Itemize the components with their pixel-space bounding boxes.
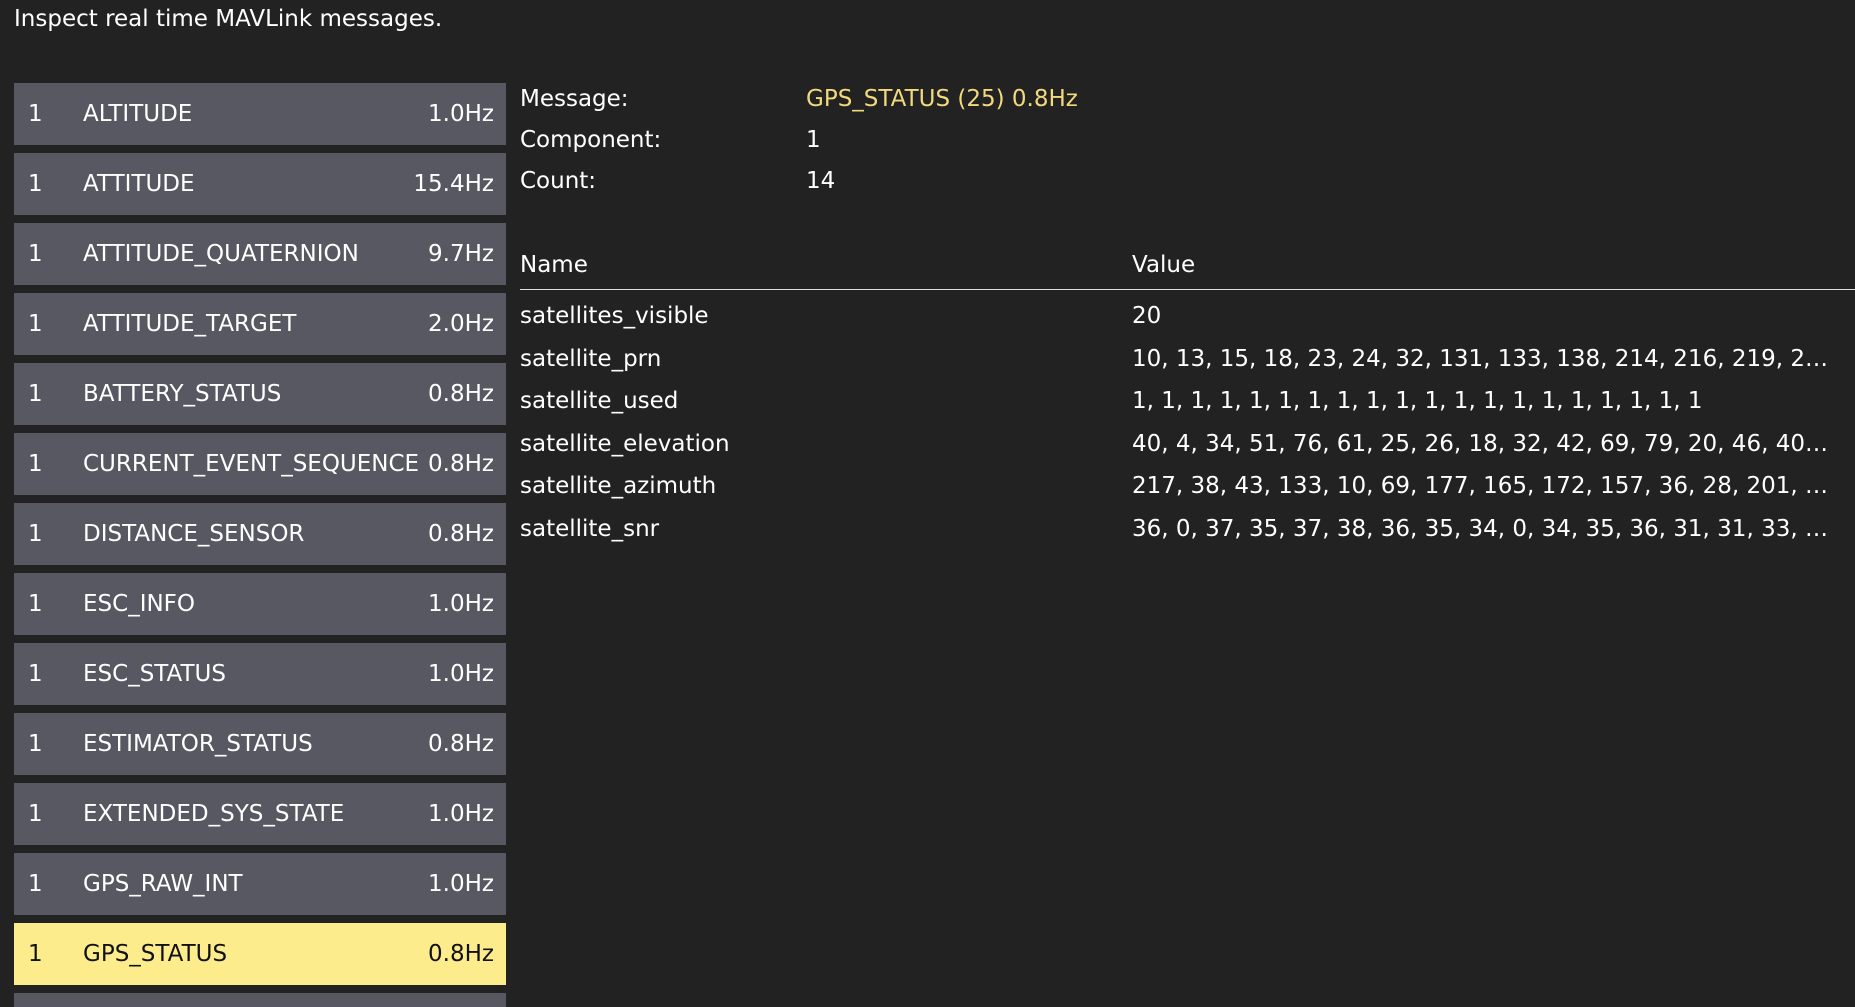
message-list-item[interactable]: 1 EXTENDED_SYS_STATE 1.0Hz [14,783,506,845]
message-detail-panel: Message: GPS_STATUS (25) 0.8Hz Component… [520,0,1855,1007]
message-name: DISTANCE_SENSOR [83,521,305,547]
message-list-item[interactable]: 1 DISTANCE_SENSOR 0.8Hz [14,503,506,565]
column-header-name: Name [520,252,588,278]
field-row: satellites_visible 20 [520,303,1855,339]
message-component-id: 1 [28,451,43,477]
message-rate: 1.0Hz [428,661,494,687]
count-value: 14 [806,168,836,194]
message-list-item[interactable]: 1 ATTITUDE_TARGET 2.0Hz [14,293,506,355]
field-value: 10, 13, 15, 18, 23, 24, 32, 131, 133, 13… [1132,345,1832,372]
message-rate: 9.7Hz [428,241,494,267]
page-description: Inspect real time MAVLink messages. [14,6,443,32]
message-rate: 0.8Hz [428,941,494,967]
message-name: BATTERY_STATUS [83,381,282,407]
component-label: Component: [520,127,662,153]
column-header-value: Value [1132,252,1196,278]
message-list-item[interactable]: 1 CURRENT_EVENT_SEQUENCE 0.8Hz [14,433,506,495]
message-name: ESC_INFO [83,591,196,617]
message-component-id: 1 [28,171,43,197]
field-row: satellite_snr 36, 0, 37, 35, 37, 38, 36, … [520,516,1855,552]
field-row: satellite_used 1, 1, 1, 1, 1, 1, 1, 1, 1,… [520,388,1855,424]
message-rate: 2.0Hz [428,311,494,337]
message-component-id: 1 [28,241,43,267]
message-list-item[interactable]: 1 GPS_STATUS 0.8Hz [14,923,506,985]
message-name: ESC_STATUS [83,661,226,687]
field-name: satellite_elevation [520,430,730,457]
field-value: 1, 1, 1, 1, 1, 1, 1, 1, 1, 1, 1, 1, 1, 1… [1132,388,1703,414]
message-rate: 0.8Hz [428,451,494,477]
message-component-id: 1 [28,591,43,617]
message-rate: 1.0Hz [428,801,494,827]
message-component-id: 1 [28,871,43,897]
message-list-item-partial[interactable] [14,993,506,1007]
message-label: Message: [520,86,629,112]
message-rate: 0.8Hz [428,521,494,547]
message-component-id: 1 [28,661,43,687]
message-rate: 0.8Hz [428,381,494,407]
message-component-id: 1 [28,381,43,407]
message-name: CURRENT_EVENT_SEQUENCE [83,451,420,477]
message-value: GPS_STATUS (25) 0.8Hz [806,86,1078,112]
message-list-item[interactable]: 1 BATTERY_STATUS 0.8Hz [14,363,506,425]
field-name: satellite_azimuth [520,473,717,499]
message-name: ATTITUDE [83,171,195,197]
message-rate: 1.0Hz [428,101,494,127]
count-label: Count: [520,168,597,194]
field-value: 36, 0, 37, 35, 37, 38, 36, 35, 34, 0, 34… [1132,515,1832,542]
message-name: ATTITUDE_QUATERNION [83,241,359,267]
message-rate: 1.0Hz [428,591,494,617]
message-list-item[interactable]: 1 ESTIMATOR_STATUS 0.8Hz [14,713,506,775]
message-list-item[interactable]: 1 ATTITUDE 15.4Hz [14,153,506,215]
message-component-id: 1 [28,101,43,127]
field-name: satellite_used [520,388,679,414]
message-name: EXTENDED_SYS_STATE [83,801,345,827]
message-name: ALTITUDE [83,101,193,127]
message-name: GPS_STATUS [83,941,228,967]
field-value: 20 [1132,303,1162,329]
message-rate: 0.8Hz [428,731,494,757]
field-row: satellite_azimuth 217, 38, 43, 133, 10, 6… [520,473,1855,509]
field-name: satellite_snr [520,515,660,542]
field-name: satellites_visible [520,303,709,329]
message-list-item[interactable]: 1 GPS_RAW_INT 1.0Hz [14,853,506,915]
field-row: satellite_elevation 40, 4, 34, 51, 76, 61… [520,431,1855,467]
message-component-id: 1 [28,801,43,827]
message-component-id: 1 [28,521,43,547]
field-name: satellite_prn [520,345,662,372]
fields-table-header: Name Value [520,250,1855,290]
field-value: 40, 4, 34, 51, 76, 61, 25, 26, 18, 32, 4… [1132,430,1832,457]
message-name: ESTIMATOR_STATUS [83,731,313,757]
message-component-id: 1 [28,941,43,967]
field-row: satellite_prn 10, 13, 15, 18, 23, 24, 32,… [520,346,1855,382]
message-rate: 1.0Hz [428,871,494,897]
component-value: 1 [806,127,821,153]
message-component-id: 1 [28,311,43,337]
message-list[interactable]: 1 ALTITUDE 1.0Hz 1 ATTITUDE 15.4Hz 1 ATTITUDE_Q… [14,83,506,1007]
message-name: GPS_RAW_INT [83,871,243,897]
message-list-item[interactable]: 1 ESC_STATUS 1.0Hz [14,643,506,705]
message-list-item[interactable]: 1 ATTITUDE_QUATERNION 9.7Hz [14,223,506,285]
field-value: 217, 38, 43, 133, 10, 69, 177, 165, 172,… [1132,473,1832,499]
message-name: ATTITUDE_TARGET [83,311,297,337]
message-component-id: 1 [28,731,43,757]
message-list-item[interactable]: 1 ESC_INFO 1.0Hz [14,573,506,635]
message-rate: 15.4Hz [413,171,494,197]
mavlink-inspector: Inspect real time MAVLink messages. 1 ALT… [0,0,1855,1007]
message-list-item[interactable]: 1 ALTITUDE 1.0Hz [14,83,506,145]
